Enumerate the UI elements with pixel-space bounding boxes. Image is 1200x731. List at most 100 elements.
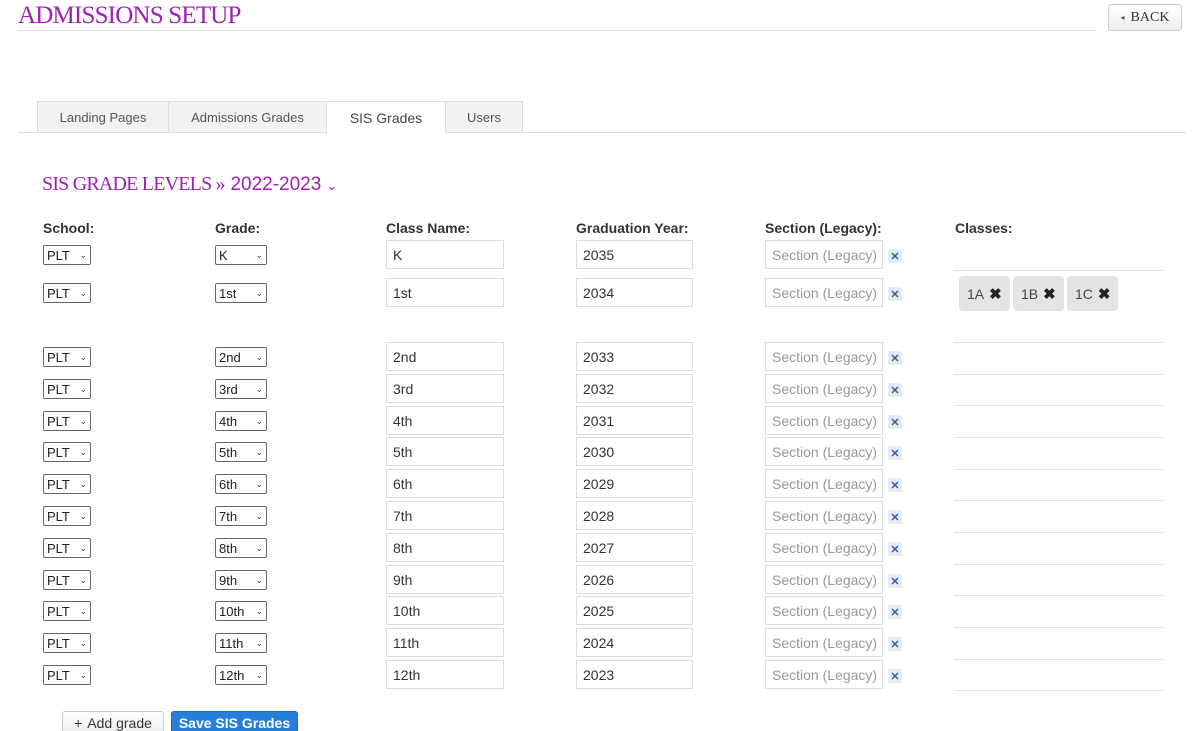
graduation-year-input[interactable]: 2031	[576, 406, 693, 435]
class-name-input[interactable]: 5th	[386, 437, 504, 466]
remove-section-icon[interactable]: ✕	[888, 574, 902, 588]
section-legacy-input[interactable]: Section (Legacy)	[765, 628, 883, 657]
remove-section-icon[interactable]: ✕	[888, 446, 902, 460]
tab-landing-pages[interactable]: Landing Pages	[37, 101, 169, 133]
remove-section-icon[interactable]: ✕	[888, 605, 902, 619]
remove-section-icon[interactable]: ✕	[888, 249, 902, 263]
school-select[interactable]: PLT ⌄	[43, 538, 91, 558]
grade-select[interactable]: 11th ⌄	[215, 633, 267, 653]
remove-section-icon[interactable]: ✕	[888, 287, 902, 301]
remove-icon[interactable]: ✖	[1098, 285, 1111, 303]
school-select[interactable]: PLT ⌄	[43, 379, 91, 399]
school-select[interactable]: PLT ⌄	[43, 601, 91, 621]
grade-select[interactable]: 6th ⌄	[215, 474, 267, 494]
section-legacy-input[interactable]: Section (Legacy)	[765, 533, 883, 562]
tab-admissions-grades[interactable]: Admissions Grades	[168, 101, 327, 133]
class-name-input[interactable]: 6th	[386, 469, 504, 498]
graduation-year-input[interactable]: 2023	[576, 660, 693, 689]
class-name-input[interactable]: 2nd	[386, 342, 504, 371]
class-name-input[interactable]: 12th	[386, 660, 504, 689]
save-sis-grades-button[interactable]: Save SIS Grades	[171, 711, 298, 731]
school-select-value: PLT	[47, 508, 70, 524]
grade-select-value: 12th	[219, 667, 245, 683]
grade-select[interactable]: 10th ⌄	[215, 601, 267, 621]
graduation-year-input[interactable]: 2026	[576, 565, 693, 594]
grade-select[interactable]: 5th ⌄	[215, 442, 267, 462]
remove-section-icon[interactable]: ✕	[888, 542, 902, 556]
graduation-year-input[interactable]: 2033	[576, 342, 693, 371]
remove-icon[interactable]: ✖	[989, 285, 1002, 303]
grade-select[interactable]: 4th ⌄	[215, 411, 267, 431]
remove-section-icon[interactable]: ✕	[888, 637, 902, 651]
school-select[interactable]: PLT ⌄	[43, 506, 91, 526]
section-legacy-input[interactable]: Section (Legacy)	[765, 240, 883, 269]
grade-select[interactable]: 2nd ⌄	[215, 347, 267, 367]
class-name-input[interactable]: 10th	[386, 596, 504, 625]
remove-icon[interactable]: ✖	[1043, 285, 1056, 303]
chevron-down-icon[interactable]: ⌄	[326, 178, 337, 194]
grade-select[interactable]: 7th ⌄	[215, 506, 267, 526]
tab-users[interactable]: Users	[445, 101, 523, 133]
section-legacy-input[interactable]: Section (Legacy)	[765, 278, 883, 307]
school-select[interactable]: PLT ⌄	[43, 442, 91, 462]
grade-select[interactable]: K ⌄	[215, 245, 267, 265]
remove-section-icon[interactable]: ✕	[888, 510, 902, 524]
graduation-year-input[interactable]: 2030	[576, 437, 693, 466]
class-name-input[interactable]: K	[386, 240, 504, 269]
school-select[interactable]: PLT ⌄	[43, 633, 91, 653]
grade-select-value: 6th	[219, 476, 238, 492]
chevron-down-icon: ⌄	[255, 446, 263, 457]
class-chip-1b[interactable]: 1B ✖	[1013, 276, 1064, 311]
class-name-input[interactable]: 4th	[386, 406, 504, 435]
grade-select[interactable]: 9th ⌄	[215, 570, 267, 590]
remove-section-icon[interactable]: ✕	[888, 351, 902, 365]
school-select-value: PLT	[47, 603, 70, 619]
grade-select[interactable]: 1st ⌄	[215, 283, 267, 303]
school-select[interactable]: PLT ⌄	[43, 245, 91, 265]
graduation-year-input[interactable]: 2027	[576, 533, 693, 562]
back-button[interactable]: ◂ BACK	[1108, 4, 1182, 31]
class-name-input[interactable]: 8th	[386, 533, 504, 562]
section-legacy-input[interactable]: Section (Legacy)	[765, 342, 883, 371]
remove-section-icon[interactable]: ✕	[888, 669, 902, 683]
grade-select[interactable]: 12th ⌄	[215, 665, 267, 685]
class-name-input[interactable]: 7th	[386, 501, 504, 530]
graduation-year-input[interactable]: 2034	[576, 278, 693, 307]
chevron-down-icon: ⌄	[255, 249, 263, 260]
graduation-year-input[interactable]: 2032	[576, 374, 693, 403]
school-select[interactable]: PLT ⌄	[43, 347, 91, 367]
school-select[interactable]: PLT ⌄	[43, 411, 91, 431]
section-legacy-input[interactable]: Section (Legacy)	[765, 501, 883, 530]
add-grade-button[interactable]: + Add grade	[62, 711, 164, 731]
class-name-input[interactable]: 11th	[386, 628, 504, 657]
graduation-year-input[interactable]: 2028	[576, 501, 693, 530]
school-select[interactable]: PLT ⌄	[43, 474, 91, 494]
class-name-input[interactable]: 1st	[386, 278, 504, 307]
school-select[interactable]: PLT ⌄	[43, 665, 91, 685]
section-legacy-input[interactable]: Section (Legacy)	[765, 596, 883, 625]
school-select[interactable]: PLT ⌄	[43, 283, 91, 303]
school-select[interactable]: PLT ⌄	[43, 570, 91, 590]
section-legacy-input[interactable]: Section (Legacy)	[765, 374, 883, 403]
section-legacy-input[interactable]: Section (Legacy)	[765, 469, 883, 498]
grade-select[interactable]: 3rd ⌄	[215, 379, 267, 399]
class-chip-1c[interactable]: 1C ✖	[1067, 276, 1119, 311]
class-name-input[interactable]: 9th	[386, 565, 504, 594]
section-legacy-input[interactable]: Section (Legacy)	[765, 406, 883, 435]
tab-sis-grades[interactable]: SIS Grades	[326, 101, 446, 134]
section-legacy-input[interactable]: Section (Legacy)	[765, 660, 883, 689]
remove-section-icon[interactable]: ✕	[888, 415, 902, 429]
graduation-year-input[interactable]: 2024	[576, 628, 693, 657]
remove-section-icon[interactable]: ✕	[888, 383, 902, 397]
section-legacy-input[interactable]: Section (Legacy)	[765, 437, 883, 466]
grade-select-value: 2nd	[219, 349, 241, 365]
section-legacy-input[interactable]: Section (Legacy)	[765, 565, 883, 594]
graduation-year-input[interactable]: 2035	[576, 240, 693, 269]
graduation-year-input[interactable]: 2029	[576, 469, 693, 498]
graduation-year-input[interactable]: 2025	[576, 596, 693, 625]
grade-select[interactable]: 8th ⌄	[215, 538, 267, 558]
year-selector[interactable]: 2022-2023	[230, 174, 321, 196]
class-name-input[interactable]: 3rd	[386, 374, 504, 403]
remove-section-icon[interactable]: ✕	[888, 478, 902, 492]
class-chip-1a[interactable]: 1A ✖	[959, 276, 1010, 311]
